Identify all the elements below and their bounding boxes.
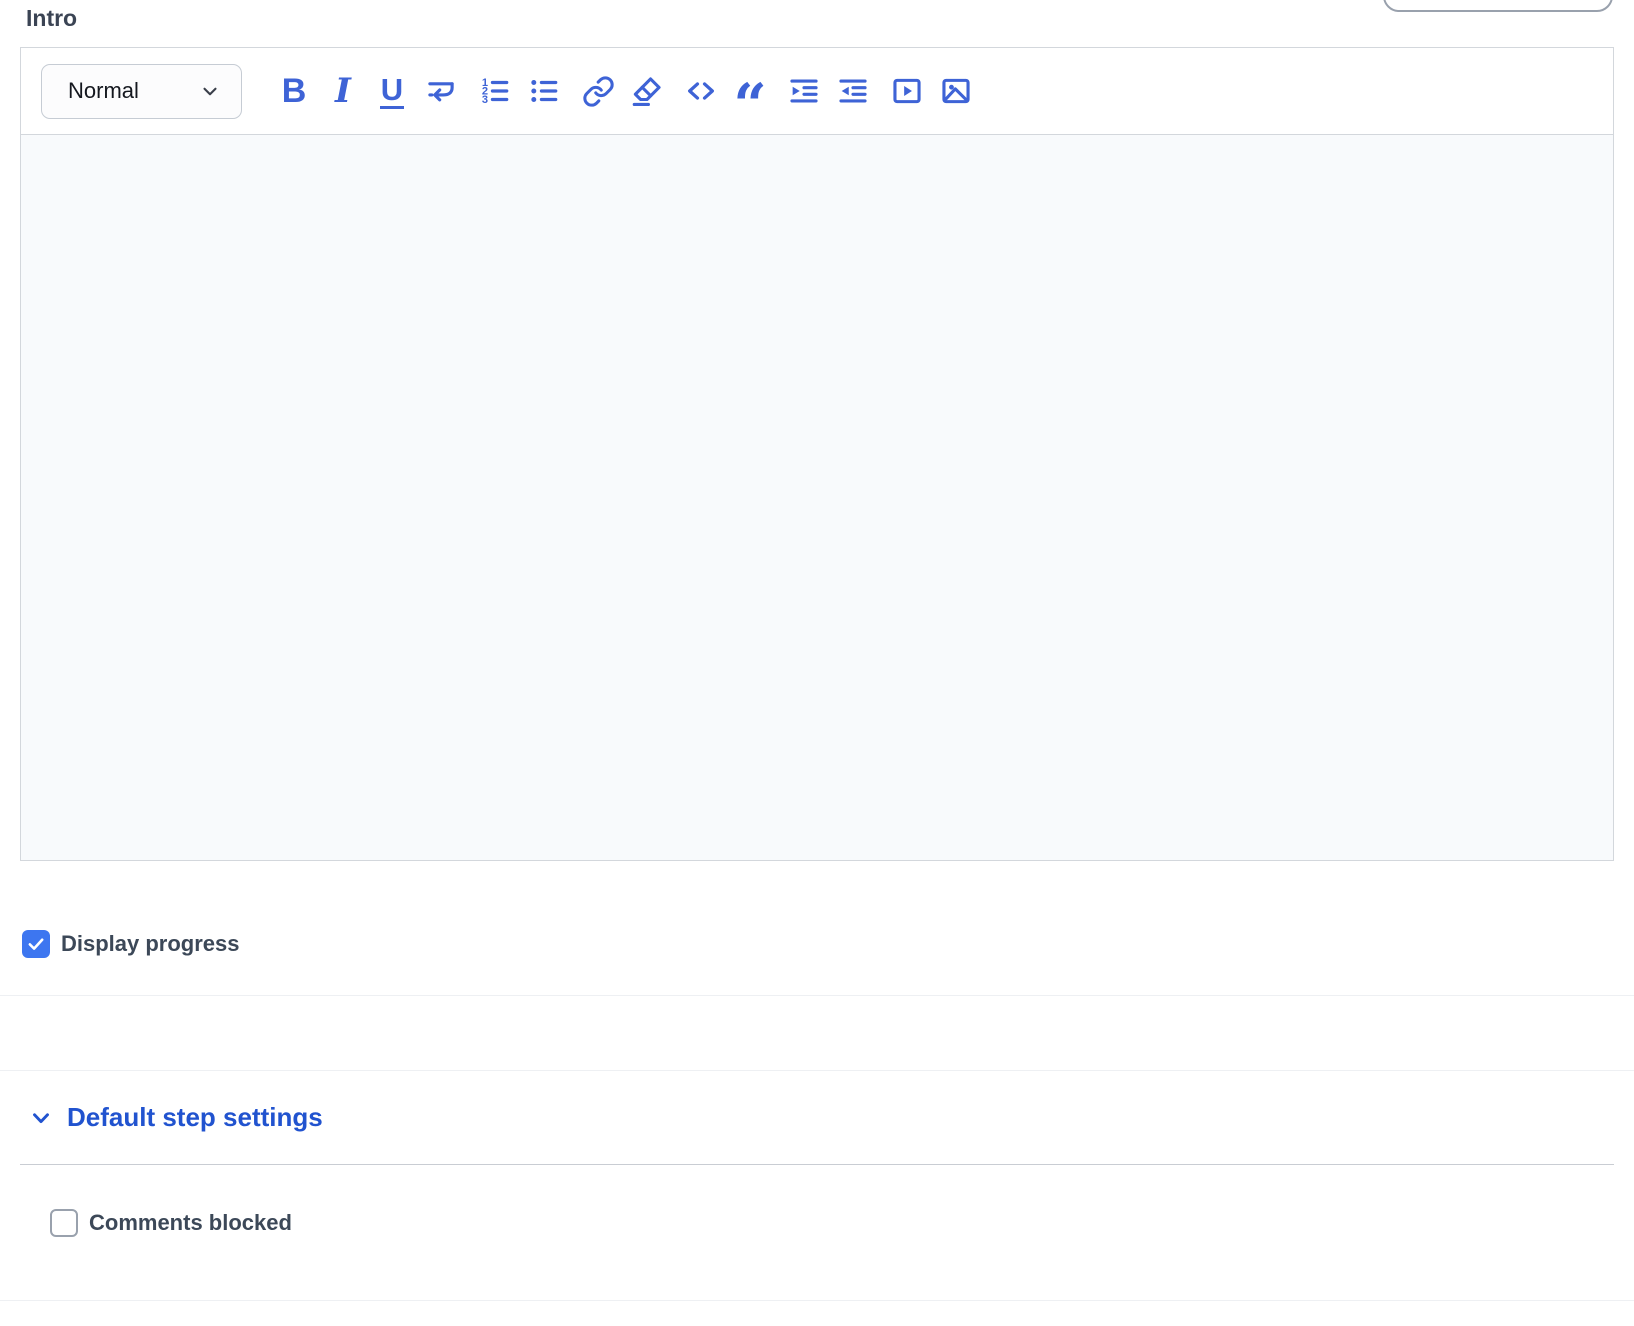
divider <box>0 995 1634 996</box>
intro-field-label: Intro <box>26 5 77 32</box>
chevron-down-icon <box>28 1105 54 1131</box>
toolbar-group-link <box>581 72 664 110</box>
page: { "page": { "intro_field_label": "Intro"… <box>0 0 1634 1326</box>
default-step-settings-title: Default step settings <box>67 1102 323 1133</box>
link-icon[interactable] <box>581 72 615 110</box>
bulleted-list-icon[interactable] <box>527 72 561 110</box>
display-progress-checkbox[interactable] <box>22 930 50 958</box>
toolbar-group-media <box>890 72 973 110</box>
section-divider <box>20 1164 1614 1165</box>
display-progress-label: Display progress <box>61 931 240 957</box>
block-quote-icon[interactable]: “ <box>733 72 767 110</box>
comments-blocked-label: Comments blocked <box>89 1210 292 1236</box>
italic-icon[interactable]: I <box>326 72 360 110</box>
default-step-settings-toggle[interactable]: Default step settings <box>28 1102 323 1133</box>
outdent-icon[interactable] <box>836 72 870 110</box>
checkmark-icon <box>26 934 46 954</box>
numbered-list-icon[interactable]: 1 2 3 <box>478 72 512 110</box>
underline-icon[interactable]: U <box>375 72 409 110</box>
toolbar-group-indent <box>787 72 870 110</box>
insert-media-icon[interactable] <box>890 72 924 110</box>
toolbar-group-text-style: B I U <box>277 72 458 110</box>
partial-top-right-button[interactable] <box>1383 0 1613 12</box>
divider <box>0 1070 1634 1071</box>
display-progress-row: Display progress <box>22 930 240 958</box>
divider <box>0 1300 1634 1301</box>
editor-content-area[interactable] <box>21 135 1613 860</box>
paragraph-style-dropdown[interactable]: Normal <box>41 64 242 119</box>
editor-toolbar: Normal B I U 1 <box>21 48 1613 135</box>
insert-image-icon[interactable] <box>939 72 973 110</box>
toolbar-group-blocks: “ <box>684 72 767 110</box>
indent-icon[interactable] <box>787 72 821 110</box>
toolbar-group-lists: 1 2 3 <box>478 72 561 110</box>
remove-format-icon[interactable] <box>630 72 664 110</box>
code-icon[interactable] <box>684 72 718 110</box>
soft-break-icon[interactable] <box>424 72 458 110</box>
comments-blocked-checkbox[interactable] <box>50 1209 78 1237</box>
bold-icon[interactable]: B <box>277 72 311 110</box>
svg-text:3: 3 <box>482 94 488 106</box>
chevron-down-icon <box>199 80 221 102</box>
comments-blocked-row: Comments blocked <box>50 1209 292 1237</box>
paragraph-style-value: Normal <box>68 78 139 104</box>
rich-text-editor: Normal B I U 1 <box>20 47 1614 861</box>
